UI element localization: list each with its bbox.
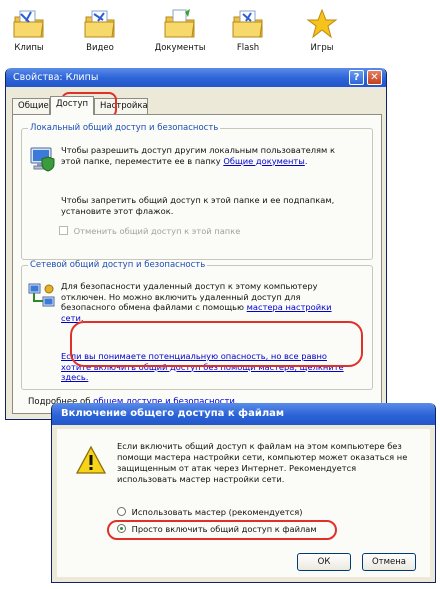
close-button[interactable]: ✕ <box>367 70 382 85</box>
tab-general-label: Общие <box>18 101 49 111</box>
network-sharing-text: Для безопасности удаленный доступ к этом… <box>61 281 332 323</box>
properties-window: Свойства: Клипы ? ✕ Общие Доступ Настрой… <box>5 68 387 420</box>
risk-link-highlight-oval <box>70 321 363 367</box>
dialog-body: Если включить общий доступ к файлам на э… <box>57 429 430 577</box>
desktop-item-label: Документы <box>154 43 206 53</box>
shared-documents-link[interactable]: Общие документы <box>223 156 305 166</box>
stop-sharing-label: Отменить общий доступ к этой папке <box>73 226 241 236</box>
folder-video-icon <box>84 10 115 38</box>
desktop-item-video[interactable]: Видео <box>70 8 130 66</box>
sharing-tab-panel: Локальный общий доступ и безопасность Чт… <box>12 114 382 414</box>
radio-use-wizard[interactable] <box>117 507 126 516</box>
checkbox-box[interactable] <box>59 226 68 235</box>
computer-shield-icon <box>30 147 55 172</box>
tab-sharing-label: Доступ <box>56 99 89 109</box>
local-sharing-text: Чтобы разрешить доступ другим локальным … <box>61 145 335 166</box>
network-computers-icon <box>28 283 55 307</box>
desktop-item-clips[interactable]: Клипы <box>0 8 59 66</box>
desktop-item-label: Игры <box>310 43 334 53</box>
cancel-button[interactable]: Отмена <box>362 553 416 571</box>
desktop-item-flash[interactable]: Flash <box>218 8 278 66</box>
folder-clips-icon <box>13 10 44 38</box>
use-wizard-option[interactable]: Использовать мастер (рекомендуется) <box>117 507 303 518</box>
tab-sharing[interactable]: Доступ <box>50 96 94 115</box>
desktop-item-label: Клипы <box>14 43 44 53</box>
close-icon: ✕ <box>370 72 379 83</box>
desktop-item-documents[interactable]: Документы <box>150 8 210 66</box>
folder-flash-icon <box>232 10 263 38</box>
ok-button[interactable]: ОК <box>297 553 351 571</box>
local-sharing-text-2: Чтобы запретить общий доступ к этой папк… <box>61 195 335 216</box>
dialog-titlebar[interactable]: Включение общего доступа к файлам <box>52 403 435 425</box>
stop-sharing-checkbox[interactable]: Отменить общий доступ к этой папке <box>59 226 240 236</box>
properties-title: Свойства: Клипы <box>13 72 99 83</box>
desktop-item-label: Flash <box>236 43 260 53</box>
tab-general[interactable]: Общие <box>12 98 50 114</box>
use-wizard-label: Использовать мастер (рекомендуется) <box>131 507 303 517</box>
desktop-item-label: Видео <box>86 43 114 53</box>
warning-icon <box>75 445 107 474</box>
desktop-item-games[interactable]: Игры <box>292 8 352 66</box>
option-highlight-oval <box>107 520 337 540</box>
dialog-title: Включение общего доступа к файлам <box>61 408 285 419</box>
star-games-icon <box>306 8 338 39</box>
local-group-title: Локальный общий доступ и безопасность <box>28 123 221 133</box>
folder-documents-icon <box>164 9 195 38</box>
enable-sharing-dialog: Включение общего доступа к файлам Если в… <box>51 403 436 583</box>
help-button[interactable]: ? <box>349 70 364 85</box>
properties-titlebar[interactable]: Свойства: Клипы ? ✕ <box>6 68 386 87</box>
network-group-title: Сетевой общий доступ и безопасность <box>28 260 208 270</box>
dialog-message: Если включить общий доступ к файлам на э… <box>117 441 408 484</box>
